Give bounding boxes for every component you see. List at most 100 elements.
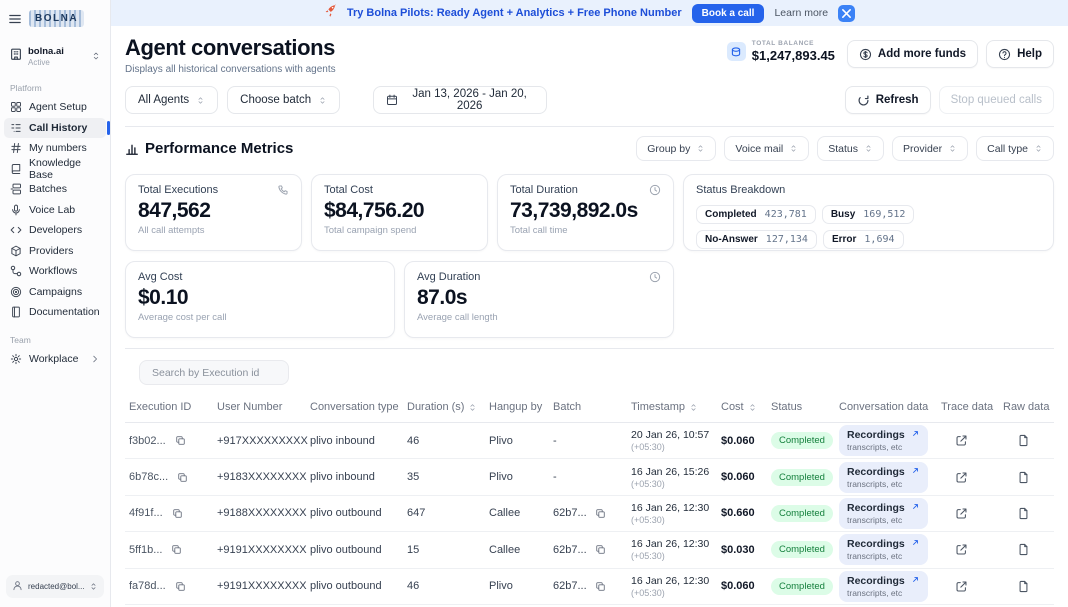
chevron-updown-icon (91, 48, 101, 66)
copy-icon[interactable] (595, 508, 606, 519)
recordings-button[interactable]: Recordingstranscripts, etc (839, 534, 928, 565)
total-duration-value: 73,739,892.0s (510, 199, 661, 223)
copy-icon[interactable] (172, 508, 183, 519)
sidebar-item-voice-lab[interactable]: Voice Lab (4, 200, 106, 221)
chevron-updown-icon (948, 144, 957, 153)
stop-queued-calls-button[interactable]: Stop queued calls (939, 86, 1054, 114)
status-breakdown-card: Status Breakdown Completed423,781Busy169… (683, 174, 1054, 251)
date-range-picker[interactable]: Jan 13, 2026 - Jan 20, 2026 (373, 86, 547, 114)
chevron-updown-icon (89, 578, 98, 596)
sidebar-item-label: Voice Lab (29, 204, 75, 216)
workspace-status: Active (28, 58, 86, 67)
duration: 647 (403, 507, 485, 519)
sidebar-nav: Agent Setup Call HistoryMy numbersKnowled… (0, 97, 110, 323)
recordings-button[interactable]: Recordingstranscripts, etc (839, 462, 928, 493)
sidebar-item-workplace[interactable]: Workplace (4, 349, 106, 370)
agents-filter-dropdown[interactable]: All Agents (125, 86, 218, 114)
sort-icon[interactable] (468, 403, 477, 412)
raw-data-button[interactable] (1017, 434, 1030, 447)
recordings-button[interactable]: Recordingstranscripts, etc (839, 571, 928, 602)
hangup-by: Plivo (485, 435, 549, 447)
conversation-type: plivo inbound (306, 435, 403, 447)
table-row: 6b78c... +9183XXXXXXXX plivo inbound 35 … (125, 459, 1054, 495)
learn-more-link[interactable]: Learn more (774, 7, 828, 19)
external-link-icon (955, 434, 968, 447)
trace-data-button[interactable] (955, 507, 968, 520)
raw-data-button[interactable] (1017, 507, 1030, 520)
sidebar-item-documentation[interactable]: Documentation (4, 302, 106, 323)
menu-icon[interactable] (8, 12, 22, 26)
timestamp: 16 Jan 26, 12:30 (631, 575, 717, 587)
copy-icon[interactable] (595, 581, 606, 592)
status-badge: Completed (771, 541, 833, 558)
sidebar-item-batches[interactable]: Batches (4, 179, 106, 200)
sidebar-item-call-history[interactable]: Call History (4, 118, 106, 139)
sort-icon[interactable] (748, 403, 757, 412)
sort-icon[interactable] (689, 403, 698, 412)
trace-data-button[interactable] (955, 543, 968, 556)
bolna-logo: BOLNA (29, 10, 84, 27)
sidebar-item-providers[interactable]: Providers (4, 241, 106, 262)
copy-icon[interactable] (175, 435, 186, 446)
sidebar-item-knowledge-base[interactable]: Knowledge Base (4, 159, 106, 180)
sidebar-item-developers[interactable]: Developers (4, 220, 106, 241)
column-header-duration-s: Duration (s) (403, 401, 485, 413)
conversation-type: plivo outbound (306, 580, 403, 592)
mic-icon (10, 204, 22, 216)
raw-data-button[interactable] (1017, 543, 1030, 556)
trace-data-button[interactable] (955, 471, 968, 484)
hangup-by: Callee (485, 507, 549, 519)
trace-data-button[interactable] (955, 434, 968, 447)
content: Agent conversations Displays all histori… (111, 26, 1068, 607)
copy-icon[interactable] (595, 544, 606, 555)
sidebar-item-label: Agent Setup (29, 101, 87, 113)
batch-id: 62b7... (553, 544, 587, 556)
chevron-updown-icon (864, 144, 873, 153)
book-a-call-button[interactable]: Book a call (692, 4, 765, 23)
help-button[interactable]: Help (986, 40, 1054, 68)
sidebar-item-agent-setup[interactable]: Agent Setup (4, 97, 106, 118)
user-account-button[interactable]: redacted@bol... (6, 575, 104, 598)
user-number: +9188XXXXXXXX (213, 507, 306, 519)
raw-data-button[interactable] (1017, 580, 1030, 593)
avg-cost-card: Avg Cost $0.10 Average cost per call (125, 261, 395, 338)
avg-duration-value: 87.0s (417, 286, 661, 310)
filter-call-type[interactable]: Call type (976, 136, 1054, 161)
batch-filter-dropdown[interactable]: Choose batch (227, 86, 340, 114)
trace-data-button[interactable] (955, 580, 968, 593)
refresh-button[interactable]: Refresh (845, 86, 931, 114)
external-link-icon (955, 507, 968, 520)
recordings-button[interactable]: Recordingstranscripts, etc (839, 425, 928, 456)
filter-voice-mail[interactable]: Voice mail (724, 136, 809, 161)
duration: 46 (403, 435, 485, 447)
sidebar-item-my-numbers[interactable]: My numbers (4, 138, 106, 159)
status-badge: Completed (771, 578, 833, 595)
sidebar-item-workflows[interactable]: Workflows (4, 261, 106, 282)
avg-cost-value: $0.10 (138, 286, 382, 310)
search-input[interactable] (139, 360, 289, 385)
sidebar-item-campaigns[interactable]: Campaigns (4, 282, 106, 303)
filter-group-by[interactable]: Group by (636, 136, 716, 161)
filter-provider[interactable]: Provider (892, 136, 968, 161)
copy-icon[interactable] (175, 581, 186, 592)
workspace-selector[interactable]: bolna.ai Active (6, 42, 104, 71)
clock-icon (649, 271, 661, 283)
execution-id: 5ff1b... (129, 544, 162, 556)
banner-close-button[interactable] (838, 5, 855, 22)
page-title: Agent conversations (125, 35, 336, 61)
copy-icon[interactable] (177, 472, 188, 483)
raw-data-button[interactable] (1017, 471, 1030, 484)
recordings-button[interactable]: Recordingstranscripts, etc (839, 498, 928, 529)
filter-status[interactable]: Status (817, 136, 884, 161)
status-chip-busy: Busy169,512 (822, 205, 915, 224)
status-badge: Completed (771, 432, 833, 449)
question-circle-icon (998, 48, 1011, 61)
balance-value: $1,247,893.45 (752, 48, 835, 63)
batch-id: 62b7... (553, 580, 587, 592)
add-more-funds-button[interactable]: Add more funds (847, 40, 978, 68)
building-icon (9, 47, 23, 66)
chevron-updown-icon (1034, 144, 1043, 153)
sidebar-item-label: Knowledge Base (29, 157, 100, 181)
execution-id: 4f91f... (129, 507, 163, 519)
copy-icon[interactable] (171, 544, 182, 555)
